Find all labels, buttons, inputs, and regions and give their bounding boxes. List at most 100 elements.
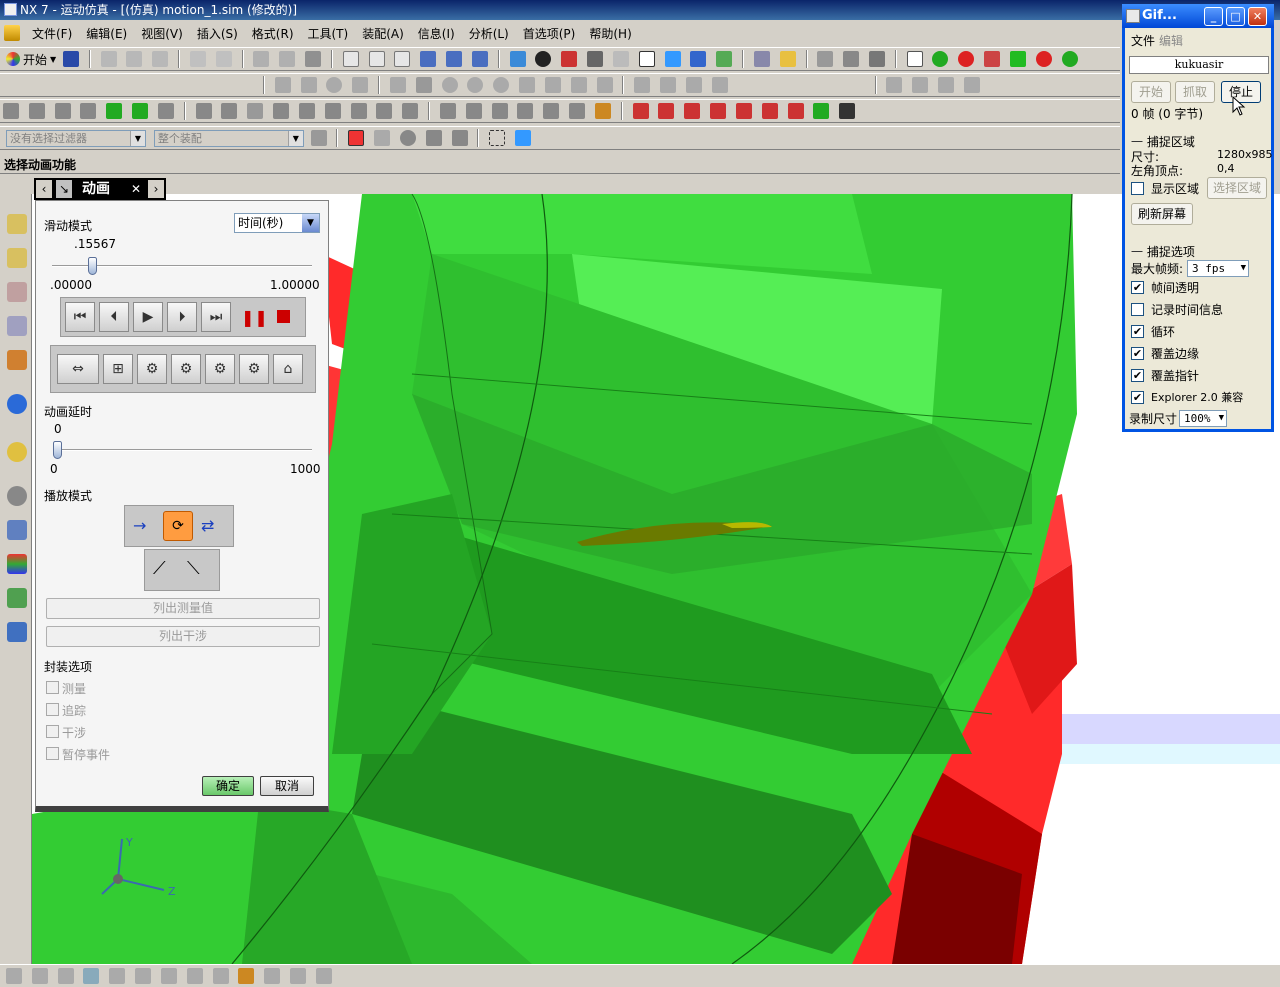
offset-curve-icon[interactable] — [596, 77, 613, 93]
close-icon[interactable]: ✕ — [128, 180, 144, 198]
assembly-filter-combo[interactable]: 整个装配 ▼ — [153, 129, 304, 147]
bottom-tool-8-icon[interactable] — [186, 968, 203, 984]
pause-event-checkbox[interactable] — [46, 747, 59, 760]
feature-2-icon[interactable] — [28, 103, 45, 119]
feature-14-icon[interactable] — [439, 103, 456, 119]
gif-menu-edit[interactable]: 编辑 — [1159, 32, 1183, 49]
gif-max-fps-select[interactable]: 3 fps ▼ — [1187, 260, 1249, 277]
ping-pong-icon[interactable]: ⇄ — [201, 516, 214, 535]
bottom-tool-10-icon[interactable] — [238, 968, 255, 984]
joint-icon[interactable] — [958, 51, 975, 67]
motion-navigator-icon[interactable] — [7, 214, 27, 234]
bottom-tool-3-icon[interactable] — [57, 968, 74, 984]
time-slider-thumb[interactable] — [88, 257, 98, 275]
snap-point-icon[interactable] — [348, 130, 365, 146]
constraint-navigator-icon[interactable] — [7, 282, 27, 302]
menu-format[interactable]: 格式(R) — [250, 25, 296, 42]
menu-edit[interactable]: 编辑(E) — [84, 25, 129, 42]
gif-option-checkbox-5[interactable]: ✔ — [1131, 391, 1144, 404]
pause-icon[interactable]: ❚❚ — [241, 308, 268, 327]
cut-icon[interactable] — [100, 51, 117, 67]
start-button[interactable]: 开始 ▼ — [6, 51, 56, 68]
loop-icon[interactable]: ⟳ — [163, 511, 193, 541]
gif-start-button[interactable]: 开始 — [1131, 81, 1171, 103]
bottom-tool-5-icon[interactable] — [109, 968, 126, 984]
play-icon[interactable]: ▶ — [133, 302, 163, 332]
link-icon[interactable] — [932, 51, 949, 67]
assembly-navigator-icon[interactable] — [7, 248, 27, 268]
orient-view-icon[interactable] — [509, 51, 526, 67]
redo-icon[interactable] — [215, 51, 232, 67]
bottom-tool-12-icon[interactable] — [290, 968, 307, 984]
menu-tools[interactable]: 工具(T) — [306, 25, 351, 42]
anim-last-icon[interactable] — [735, 103, 752, 119]
fit-icon[interactable] — [342, 51, 359, 67]
bottom-tool-1-icon[interactable] — [6, 968, 22, 984]
menu-info[interactable]: 信息(I) — [416, 25, 457, 42]
snap-icon[interactable] — [753, 51, 770, 67]
line-icon[interactable] — [274, 77, 291, 93]
minimize-icon[interactable]: _ — [1204, 7, 1223, 26]
gif-capture-button[interactable]: 抓取 — [1175, 81, 1215, 103]
bottom-tool-4-icon[interactable] — [83, 968, 100, 984]
trace-tool-icon[interactable]: ⊞ — [103, 354, 133, 384]
chevron-left-icon[interactable]: ‹ — [36, 180, 52, 198]
background-icon[interactable] — [638, 51, 655, 67]
measure-icon[interactable] — [779, 51, 796, 67]
intersect-curve-icon[interactable] — [660, 77, 677, 93]
slide-mode-select[interactable]: 时间(秒) ▼ — [234, 213, 320, 233]
gif-menu-file[interactable]: 文件 — [1131, 32, 1155, 49]
rect-select-icon[interactable] — [489, 130, 506, 146]
copy-icon[interactable] — [126, 51, 143, 67]
bottom-tool-9-icon[interactable] — [212, 968, 229, 984]
feature-12-icon[interactable] — [376, 103, 393, 119]
gif-select-area-button[interactable]: 选择区域 — [1207, 177, 1267, 199]
edit-icon[interactable] — [868, 51, 885, 67]
reuse-library-icon[interactable] — [7, 350, 27, 370]
arc-icon[interactable] — [300, 77, 317, 93]
history-icon[interactable] — [7, 442, 27, 462]
feature-18-icon[interactable] — [543, 103, 560, 119]
gif-option-checkbox-4[interactable]: ✔ — [1131, 369, 1144, 382]
spring-icon[interactable] — [984, 51, 1001, 67]
explode-tool-icon[interactable]: ⚙ — [137, 354, 167, 384]
web-browser-icon[interactable] — [7, 394, 27, 414]
arrow-right-icon[interactable] — [132, 103, 149, 119]
cancel-button[interactable]: 取消 — [260, 776, 314, 796]
layer-icon[interactable] — [612, 51, 629, 67]
feature-19-icon[interactable] — [569, 103, 586, 119]
feature-4-icon[interactable] — [80, 103, 97, 119]
delay-slider-track[interactable] — [54, 449, 312, 451]
last-frame-icon[interactable]: ⏭ — [201, 302, 231, 332]
feature-3-icon[interactable] — [54, 103, 71, 119]
roles-icon[interactable] — [305, 51, 322, 67]
circle-icon[interactable] — [326, 77, 343, 93]
marker-tool-icon[interactable]: ⚙ — [205, 354, 235, 384]
forward-direction-icon[interactable]: ⟋ — [153, 558, 166, 579]
feature-15-icon[interactable] — [465, 103, 482, 119]
spline-icon[interactable] — [352, 77, 369, 93]
trace-checkbox[interactable] — [46, 703, 59, 716]
feature-1-icon[interactable] — [3, 103, 19, 119]
menu-file[interactable]: 文件(F) — [30, 25, 74, 42]
menu-view[interactable]: 视图(V) — [139, 25, 185, 42]
feature-8-icon[interactable] — [273, 103, 290, 119]
gif-option-checkbox-1[interactable] — [1131, 303, 1144, 316]
first-frame-icon[interactable]: ⏮ — [65, 302, 95, 332]
app-menu-icon[interactable] — [4, 25, 20, 41]
part-navigator-icon[interactable] — [7, 316, 27, 336]
wcs-icon[interactable] — [664, 51, 681, 67]
list-measurements-button[interactable]: 列出测量值 — [46, 598, 320, 619]
anim-next-icon[interactable] — [710, 103, 727, 119]
feature-5-icon[interactable] — [157, 103, 174, 119]
repeat-command-icon[interactable] — [279, 51, 296, 67]
fillet-icon[interactable] — [389, 77, 406, 93]
delay-slider-thumb[interactable] — [53, 441, 62, 459]
sketch-icon[interactable] — [817, 51, 834, 67]
bridge-curve-icon[interactable] — [685, 77, 702, 93]
bottom-tool-7-icon[interactable] — [160, 968, 177, 984]
perspective-icon[interactable] — [471, 51, 488, 67]
feature-20-icon[interactable] — [594, 103, 611, 119]
pan-icon[interactable] — [446, 51, 463, 67]
menu-assembly[interactable]: 装配(A) — [360, 25, 406, 42]
